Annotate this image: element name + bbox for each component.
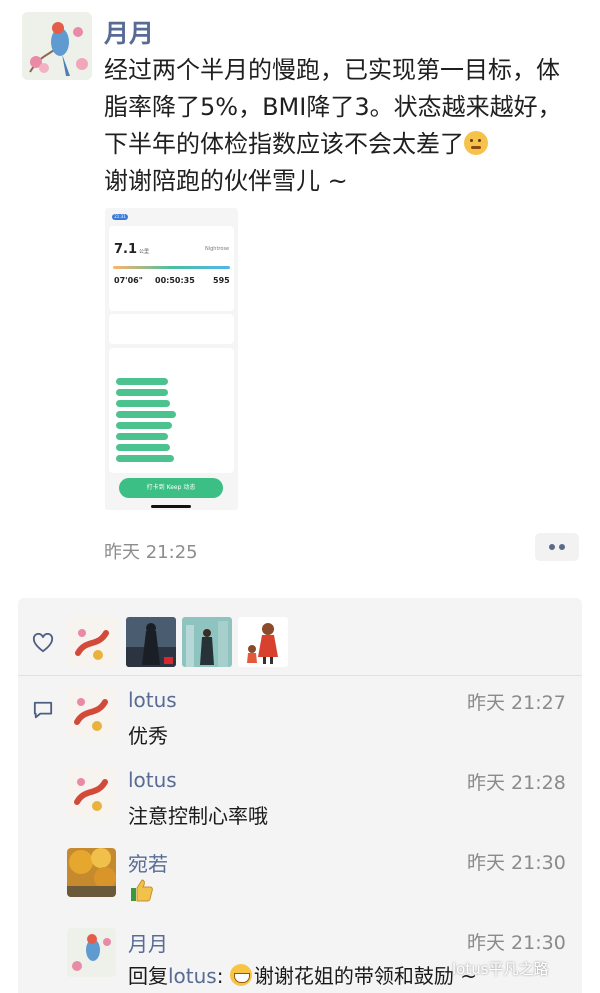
screenshot-distance-unit: 公里: [139, 249, 150, 255]
comment-time: 昨天 21:27: [467, 692, 566, 714]
watermark: lotus平凡之路: [452, 960, 549, 978]
comment-text: 注意控制心率哦: [128, 804, 268, 828]
reply-prefix: 回复: [128, 964, 168, 988]
screenshot-duration: 00:50:35: [155, 276, 195, 285]
comment-time: 昨天 21:28: [467, 772, 566, 794]
comment-avatar-yueyue[interactable]: [67, 928, 116, 977]
split-bar: [116, 389, 168, 396]
running-screenshot-image[interactable]: 21:31 7.1 公里 Nightrose 07'06" 00:50:35 5…: [105, 208, 238, 510]
split-bar: [116, 411, 176, 418]
heart-outline-icon: [32, 633, 54, 653]
split-bar: [116, 378, 168, 385]
like-avatar-koi[interactable]: [68, 617, 118, 667]
screenshot-status-time: 21:31: [112, 214, 128, 220]
split-bar: [116, 422, 172, 429]
comment-avatar-wanruo[interactable]: [67, 848, 116, 897]
reply-colon: :: [216, 964, 224, 988]
split-bar: [116, 455, 174, 462]
post-body: 经过两个半月的慢跑，已实现第一目标，体脂率降了5%，BMI降了3。状态越来越好，…: [104, 56, 562, 158]
split-bar: [116, 433, 168, 440]
more-dots-icon: [549, 544, 555, 550]
screenshot-pace: 07'06": [114, 276, 143, 285]
comment-avatar-lotus[interactable]: [67, 768, 116, 817]
comment-author[interactable]: 宛若: [128, 848, 168, 877]
comment-reply-text: 回复lotus: 谢谢花姐的带领和鼓励 ~: [128, 960, 477, 989]
comment-author[interactable]: 月月: [128, 928, 168, 957]
split-bar: [116, 400, 170, 407]
comment-author[interactable]: lotus: [128, 768, 177, 792]
screenshot-user: Nightrose: [205, 246, 230, 252]
like-avatar-girl[interactable]: [238, 617, 288, 667]
thumbs-up-icon: [131, 879, 153, 902]
screenshot-progress-line: [113, 266, 230, 269]
likes-comments-divider: [18, 675, 582, 676]
author-avatar[interactable]: [22, 12, 92, 80]
grin-emoji-icon: [229, 964, 252, 986]
like-avatar-city[interactable]: [182, 617, 232, 667]
comment-time: 昨天 21:30: [467, 932, 566, 954]
screenshot-keep-button: 打卡到 Keep 动态: [119, 478, 223, 498]
like-avatar-night[interactable]: [126, 617, 176, 667]
screenshot-rank-card: [109, 314, 234, 344]
post-timestamp: 昨天 21:25: [104, 542, 198, 563]
split-bar: [116, 444, 170, 451]
screenshot-home-indicator: [151, 505, 191, 508]
post-author-name[interactable]: 月月: [104, 14, 154, 50]
screenshot-calories: 595: [213, 276, 230, 285]
comment-avatar-lotus[interactable]: [67, 688, 116, 737]
post-body-tail: 谢谢陪跑的伙伴雪儿 ~: [104, 167, 348, 195]
screenshot-distance: 7.1: [114, 242, 138, 257]
more-actions-button[interactable]: [535, 533, 579, 561]
post-text: 经过两个半月的慢跑，已实现第一目标，体脂率降了5%，BMI降了3。状态越来越好，…: [104, 52, 574, 200]
reply-target-name[interactable]: lotus: [168, 964, 217, 988]
sweat-smile-emoji-icon: [464, 131, 488, 155]
comment-bubble-icon: [33, 701, 53, 719]
reply-body: 谢谢花姐的带领和鼓励 ~: [253, 964, 477, 988]
comment-text: 优秀: [128, 724, 168, 748]
comment-time: 昨天 21:30: [467, 852, 566, 874]
comment-author[interactable]: lotus: [128, 688, 177, 712]
